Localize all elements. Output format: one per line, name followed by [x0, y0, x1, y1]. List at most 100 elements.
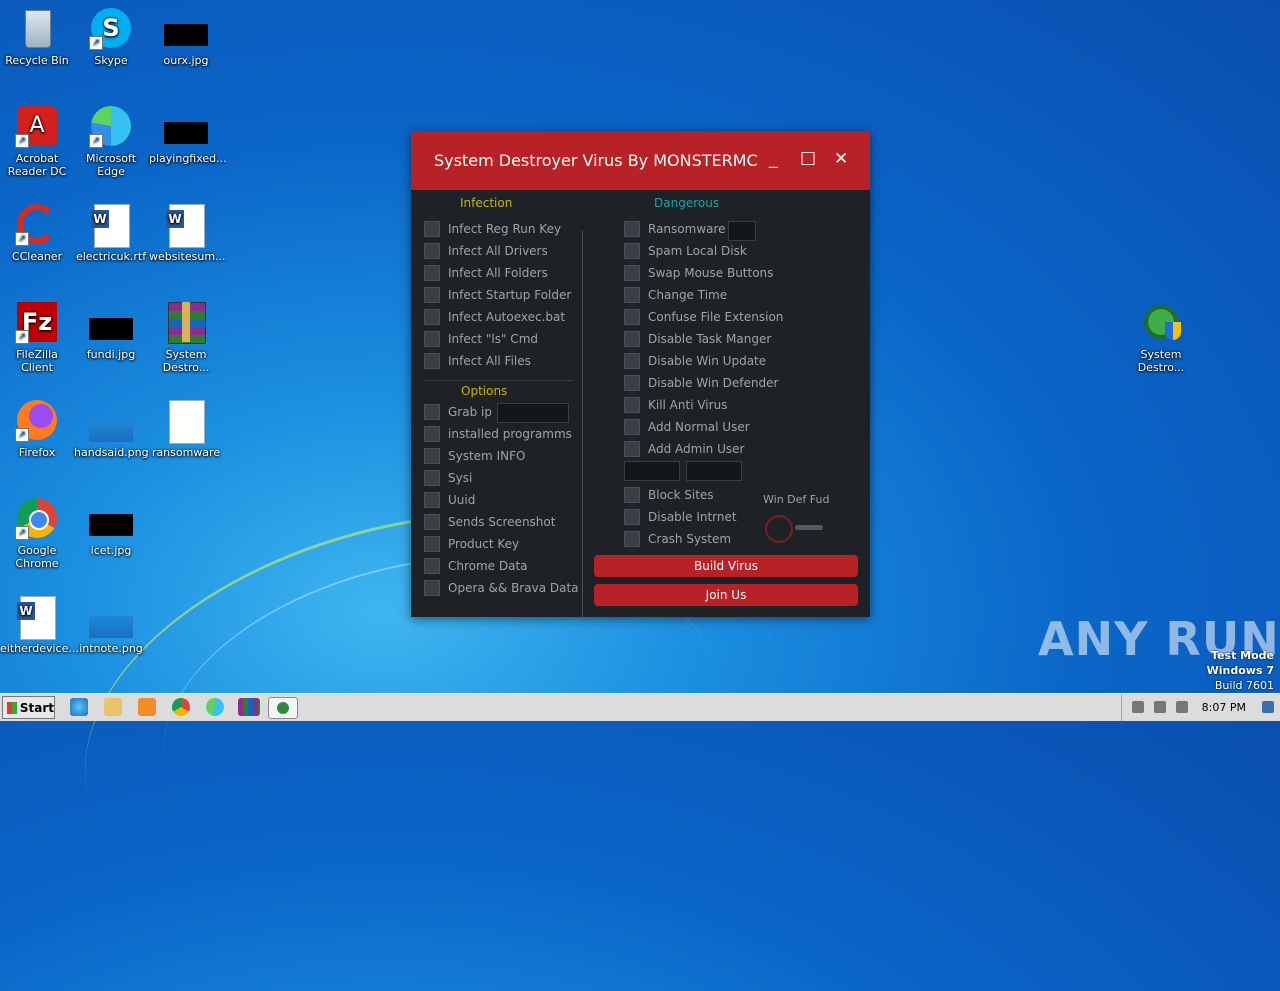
ie-icon[interactable] — [70, 698, 88, 716]
username-input[interactable] — [624, 461, 680, 481]
chrome-taskbar-icon[interactable] — [172, 698, 190, 716]
desktop-icon-handsaid[interactable]: handsaid.png — [74, 398, 149, 459]
checkbox-crash-system[interactable]: Crash System — [624, 530, 731, 548]
desktop-icon-ccleaner[interactable]: ↗ CCleaner — [0, 202, 74, 263]
word-doc-icon: W — [15, 594, 59, 640]
checkbox-disable-internet[interactable]: Disable Intrnet — [624, 508, 737, 526]
close-button[interactable]: ✕ — [834, 149, 848, 169]
desktop-icon-ourx[interactable]: ourx.jpg — [149, 6, 223, 67]
password-input[interactable] — [686, 461, 742, 481]
checkbox-disable-win-update[interactable]: Disable Win Update — [624, 352, 766, 370]
checkbox-add-admin-user[interactable]: Add Admin User — [624, 440, 744, 458]
checkbox-infect-autoexec[interactable]: Infect Autoexec.bat — [424, 308, 565, 326]
desktop-icon-firefox[interactable]: ↗ Firefox — [0, 398, 74, 459]
checkbox-chrome-data[interactable]: Chrome Data — [424, 557, 528, 575]
image-file-icon — [89, 300, 133, 344]
win-def-fud-toggle[interactable] — [765, 515, 793, 543]
filezilla-icon: Fz ↗ — [15, 300, 59, 344]
checkbox-block-sites[interactable]: Block Sites — [624, 486, 714, 504]
minimize-button[interactable]: _ — [769, 149, 778, 169]
checkbox-infect-all-files[interactable]: Infect All Files — [424, 352, 531, 370]
speaker-icon[interactable] — [1132, 701, 1144, 713]
explorer-folder-icon[interactable] — [104, 698, 122, 716]
checkbox-infect-all-drivers[interactable]: Infect All Drivers — [424, 242, 548, 260]
desktop-icon-websitesum[interactable]: W websitesum... — [149, 202, 226, 263]
winrar-taskbar-icon[interactable] — [238, 698, 260, 716]
checkbox-disable-task-manager[interactable]: Disable Task Manger — [624, 330, 771, 348]
flag-icon[interactable] — [1176, 701, 1188, 713]
recycle-bin-icon — [15, 6, 59, 50]
virus-gear-icon — [1139, 300, 1183, 344]
checkbox-sends-screenshot[interactable]: Sends Screenshot — [424, 513, 555, 531]
desktop-icon-system-destroyer-exe[interactable]: System Destro... — [1124, 300, 1198, 374]
test-mode-watermark: Test Mode Windows 7 Build 7601 — [1206, 649, 1274, 692]
desktop-icon-acrobat[interactable]: A ↗ Acrobat Reader DC — [0, 104, 74, 178]
desktop-icon-system-destroyer-rar[interactable]: System Destro... — [149, 300, 223, 374]
media-player-icon[interactable] — [138, 698, 156, 716]
edge-icon: ↗ — [89, 104, 133, 148]
edge-taskbar-icon[interactable] — [206, 698, 224, 716]
desktop-icon-icet[interactable]: icet.jpg — [74, 496, 148, 557]
checkbox-disable-win-defender[interactable]: Disable Win Defender — [624, 374, 778, 392]
word-doc-icon: W — [164, 202, 208, 248]
checkbox-spam-local-disk[interactable]: Spam Local Disk — [624, 242, 747, 260]
desktop-icon-chrome[interactable]: ↗ Google Chrome — [0, 496, 74, 570]
skype-icon: S ↗ — [89, 6, 133, 50]
build-virus-button[interactable]: Build Virus — [594, 555, 858, 577]
system-destroyer-taskbar-icon[interactable] — [268, 697, 298, 719]
taskbar-clock[interactable]: 8:07 PM — [1202, 701, 1246, 714]
desktop-icon-filezilla[interactable]: Fz ↗ FileZilla Client — [0, 300, 74, 374]
desktop-icon-edge[interactable]: ↗ Microsoft Edge — [74, 104, 148, 178]
checkbox-change-time[interactable]: Change Time — [624, 286, 727, 304]
desktop-icon-playingfixed[interactable]: playingfixed... — [149, 104, 227, 165]
desktop-icon-eitherdevice[interactable]: W eitherdevice... — [0, 594, 79, 655]
section-divider — [423, 380, 573, 381]
network-icon[interactable] — [1154, 701, 1166, 713]
ransomware-input[interactable] — [728, 221, 756, 241]
title-bar[interactable]: System Destroyer Virus By MONSTERMC _ □ … — [411, 131, 870, 190]
system-tray: 8:07 PM — [1121, 694, 1280, 721]
checkbox-opera-brava-data[interactable]: Opera && Brava Data — [424, 579, 579, 597]
checkbox-infect-ls-cmd[interactable]: Infect "ls" Cmd — [424, 330, 538, 348]
checkbox-infect-all-folders[interactable]: Infect All Folders — [424, 264, 548, 282]
desktop-icon-fundi[interactable]: fundi.jpg — [74, 300, 148, 361]
checkbox-infect-startup-folder[interactable]: Infect Startup Folder — [424, 286, 571, 304]
firefox-icon: ↗ — [15, 398, 59, 442]
checkbox-uuid[interactable]: Uuid — [424, 491, 475, 509]
checkbox-installed-programms[interactable]: installed programms — [424, 425, 572, 443]
checkbox-ransomware[interactable]: Ransomware — [624, 220, 726, 238]
checkbox-confuse-file-extension[interactable]: Confuse File Extension — [624, 308, 783, 326]
checkbox-grab-ip[interactable]: Grab ip — [424, 403, 492, 421]
join-us-button[interactable]: Join Us — [594, 584, 858, 606]
win-def-fud-toggle-track[interactable] — [795, 525, 823, 530]
desktop-icon-recycle-bin[interactable]: Recycle Bin — [0, 6, 74, 67]
image-file-icon — [89, 398, 133, 442]
taskbar: Start 8:07 PM — [0, 693, 1280, 721]
image-file-icon — [164, 6, 208, 50]
options-heading: Options — [461, 384, 508, 398]
word-doc-icon: W — [89, 202, 133, 248]
window-title: System Destroyer Virus By MONSTERMC — [434, 151, 758, 170]
grab-ip-input[interactable] — [497, 403, 569, 423]
start-button[interactable]: Start — [2, 696, 55, 719]
desktop-icon-skype[interactable]: S ↗ Skype — [74, 6, 148, 67]
winrar-archive-icon — [164, 300, 208, 344]
chrome-icon: ↗ — [15, 496, 59, 540]
infection-heading: Infection — [460, 196, 513, 210]
show-desktop-icon[interactable] — [1262, 701, 1274, 713]
ccleaner-icon: ↗ — [15, 202, 59, 246]
checkbox-system-info[interactable]: System INFO — [424, 447, 525, 465]
checkbox-kill-anti-virus[interactable]: Kill Anti Virus — [624, 396, 727, 414]
windows-flag-icon — [7, 701, 17, 714]
maximize-button[interactable]: □ — [800, 148, 816, 168]
checkbox-infect-reg-run-key[interactable]: Infect Reg Run Key — [424, 220, 561, 238]
dangerous-heading: Dangerous — [654, 196, 720, 210]
desktop-icon-intnote[interactable]: intnote.png — [74, 594, 148, 655]
desktop-icon-ransomware[interactable]: ransomware — [149, 398, 223, 459]
checkbox-swap-mouse-buttons[interactable]: Swap Mouse Buttons — [624, 264, 773, 282]
checkbox-product-key[interactable]: Product Key — [424, 535, 519, 553]
checkbox-sysi[interactable]: Sysi — [424, 469, 472, 487]
checkbox-add-normal-user[interactable]: Add Normal User — [624, 418, 750, 436]
desktop-icon-electricuk[interactable]: W electricuk.rtf — [74, 202, 148, 263]
image-file-icon — [89, 594, 133, 638]
